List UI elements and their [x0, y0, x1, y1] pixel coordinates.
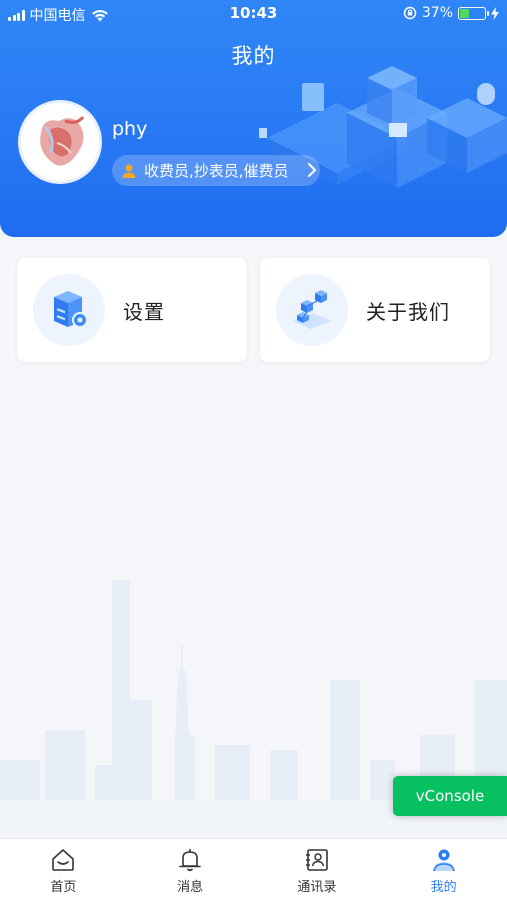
- tab-bar: 首页 消息 通讯录 我的: [0, 838, 507, 900]
- tab-label: 我的: [430, 880, 457, 895]
- profile-header: 中国电信 10:43 37% 我的 phy 收费员,抄表员,催费员: [0, 0, 507, 237]
- charging-icon: [491, 6, 499, 20]
- home-icon: [52, 849, 75, 871]
- tab-label: 消息: [177, 880, 204, 895]
- avatar[interactable]: [18, 100, 102, 184]
- settings-card[interactable]: 设置: [17, 258, 247, 362]
- person-icon: [122, 164, 136, 178]
- user-icon: [432, 849, 455, 872]
- status-bar: 中国电信 10:43 37%: [0, 0, 507, 28]
- settings-label: 设置: [123, 299, 165, 324]
- status-right: 37%: [403, 5, 499, 21]
- bell-icon: [179, 848, 201, 872]
- tab-label: 通讯录: [297, 880, 337, 895]
- heart-anatomy-image: [21, 103, 99, 181]
- chevron-right-icon: [308, 163, 317, 177]
- card-icon-wrap: [276, 274, 348, 346]
- network-cubes-icon: [293, 290, 331, 329]
- tab-mine[interactable]: 我的: [380, 839, 507, 900]
- server-settings-icon: [54, 291, 88, 328]
- battery-percent: 37%: [421, 5, 453, 21]
- about-us-label: 关于我们: [366, 299, 450, 324]
- about-us-card[interactable]: 关于我们: [260, 258, 490, 362]
- tab-label: 首页: [50, 880, 77, 895]
- orientation-lock-icon: [403, 6, 417, 20]
- username: phy: [112, 118, 148, 140]
- role-text: 收费员,抄表员,催费员: [144, 162, 289, 180]
- tab-home[interactable]: 首页: [0, 839, 127, 900]
- vconsole-button[interactable]: vConsole: [393, 776, 507, 816]
- role-badge[interactable]: 收费员,抄表员,催费员: [112, 155, 320, 186]
- tab-contacts[interactable]: 通讯录: [254, 839, 381, 900]
- tab-messages[interactable]: 消息: [127, 839, 254, 900]
- battery-icon: [458, 6, 489, 20]
- contacts-icon: [305, 849, 328, 871]
- card-icon-wrap: [33, 274, 105, 346]
